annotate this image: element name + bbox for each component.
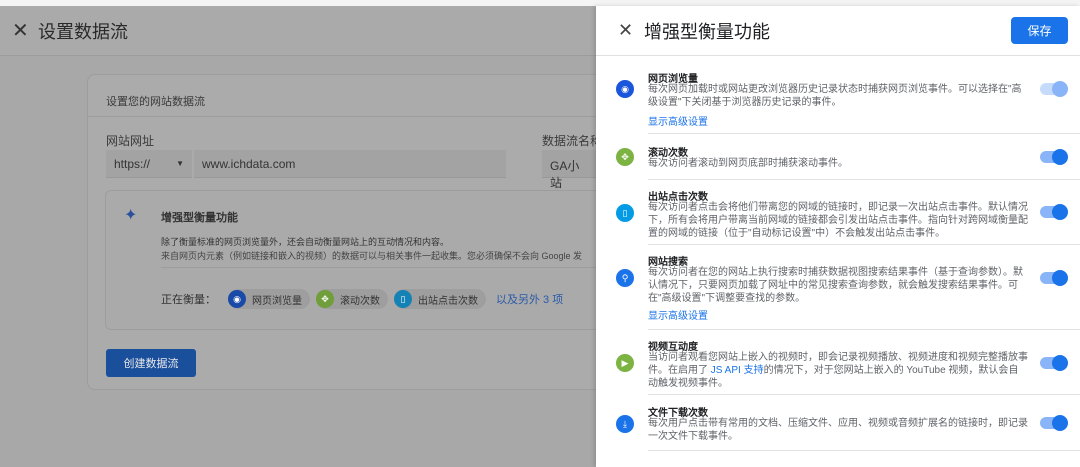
setting-desc: 每次访问者点击会将他们带离您的网域的链接时，即记录一次出站点击事件。默认情况下，…	[648, 202, 1028, 239]
sparkle-icon: ✦	[124, 207, 138, 224]
toggle-outbound-clicks[interactable]	[1040, 204, 1068, 220]
close-icon[interactable]: ✕	[12, 18, 38, 43]
toggle-video-engagement[interactable]	[1040, 355, 1068, 371]
scroll-icon: ✥	[616, 148, 634, 166]
show-advanced-link[interactable]: 显示高级设置	[648, 113, 708, 128]
card-title: 设置您的网站数据流	[88, 75, 626, 117]
chip-label: 网页浏览量	[252, 295, 302, 307]
chip-outbound-clicks: ▯ 出站点击次数	[394, 289, 486, 309]
protocol-select[interactable]: https:// ▼	[106, 150, 192, 178]
setting-desc: 每次用户点击带有常用的文档、压缩文件、应用、视频或音频扩展名的链接时，即记录一次…	[648, 418, 1028, 442]
stream-name-input[interactable]: GA小站	[542, 150, 596, 190]
enhanced-measurement-panel: ✕ 增强型衡量功能 保存 ◉ 网页浏览量 每次网页加载时或网站更改浏览器历史记录…	[596, 6, 1080, 467]
toggle-page-views[interactable]	[1040, 81, 1068, 97]
setting-scrolls: ✥ 滚动次数 每次访问者滚动到网页底部时捕获滚动事件。	[616, 134, 1080, 180]
chip-label: 滚动次数	[340, 295, 380, 307]
enhanced-desc-2: 来自网页内元素（例如链接和嵌入的视频）的数据可以与相关事件一起收集。您必须确保不…	[161, 251, 583, 261]
mouse-icon: ▯	[394, 290, 412, 308]
measuring-label: 正在衡量：	[161, 294, 216, 306]
panel-title: 增强型衡量功能	[644, 21, 770, 42]
setting-outbound-clicks: ▯ 出站点击次数 每次访问者点击会将他们带离您的网域的链接时，即记录一次出站点击…	[616, 180, 1080, 245]
enhanced-desc-1: 除了衡量标准的网页浏览量外，还会自动衡量网站上的互动情况和内容。	[161, 237, 450, 247]
url-label: 网站网址	[106, 134, 155, 148]
eye-icon: ◉	[228, 290, 246, 308]
url-input[interactable]: www.ichdata.com	[194, 150, 506, 178]
download-icon: ⤓	[616, 415, 634, 433]
enhanced-measurement-section: ✦ 增强型衡量功能 除了衡量标准的网页浏览量外，还会自动衡量网站上的互动情况和内…	[105, 190, 605, 330]
page-header: ✕ 设置数据流	[0, 6, 596, 56]
setting-video-engagement: ▶ 视频互动度 当访问者观看您网站上嵌入的视频时，即会记录视频播放、视频进度和视…	[616, 330, 1080, 395]
save-button[interactable]: 保存	[1011, 17, 1068, 44]
chip-scrolls: ✥ 滚动次数	[316, 289, 388, 309]
play-icon: ▶	[616, 354, 634, 372]
chevron-down-icon: ▼	[176, 159, 184, 168]
enhanced-title: 增强型衡量功能	[161, 212, 238, 224]
setting-file-downloads: ⤓ 文件下载次数 每次用户点击带有常用的文档、压缩文件、应用、视频或音频扩展名的…	[616, 395, 1080, 451]
create-stream-button[interactable]: 创建数据流	[106, 349, 196, 377]
more-link[interactable]: 以及另外 3 项	[496, 291, 563, 307]
search-icon: ⚲	[616, 269, 634, 287]
setting-site-search: ⚲ 网站搜索 每次访问者在您的网站上执行搜索时捕获数据视图搜索结果事件（基于查询…	[616, 245, 1080, 330]
mouse-icon: ▯	[616, 204, 634, 222]
panel-header: ✕ 增强型衡量功能 保存	[596, 6, 1080, 56]
js-api-link[interactable]: JS API 支持	[711, 365, 764, 376]
toggle-site-search[interactable]	[1040, 270, 1068, 286]
protocol-value: https://	[114, 157, 151, 171]
setting-desc: 每次网页加载时或网站更改浏览器历史记录状态时捕获网页浏览事件。可以选择在"高级设…	[648, 84, 1022, 108]
setting-desc: 每次访问者滚动到网页底部时捕获滚动事件。	[648, 158, 848, 169]
measuring-row: 正在衡量： ◉ 网页浏览量 ✥ 滚动次数 ▯ 出站点击次数 以及另外 3 项	[161, 289, 563, 309]
chip-label: 出站点击次数	[418, 295, 478, 307]
chip-page-views: ◉ 网页浏览量	[228, 289, 310, 309]
setting-page-views: ◉ 网页浏览量 每次网页加载时或网站更改浏览器历史记录状态时捕获网页浏览事件。可…	[616, 62, 1080, 134]
eye-icon: ◉	[616, 80, 634, 98]
scroll-icon: ✥	[316, 290, 334, 308]
setting-desc: 每次访问者在您的网站上执行搜索时捕获数据视图搜索结果事件（基于查询参数）。默认情…	[648, 267, 1023, 304]
close-icon[interactable]: ✕	[618, 20, 644, 41]
page-title: 设置数据流	[38, 21, 128, 42]
stream-name-label: 数据流名称	[542, 134, 603, 148]
toggle-file-downloads[interactable]	[1040, 415, 1068, 431]
setting-desc: 当访问者观看您网站上嵌入的视频时，即会记录视频播放、视频进度和视频完整播放事件。…	[648, 351, 1028, 390]
show-advanced-link[interactable]: 显示高级设置	[648, 307, 708, 322]
toggle-scrolls[interactable]	[1040, 149, 1068, 165]
